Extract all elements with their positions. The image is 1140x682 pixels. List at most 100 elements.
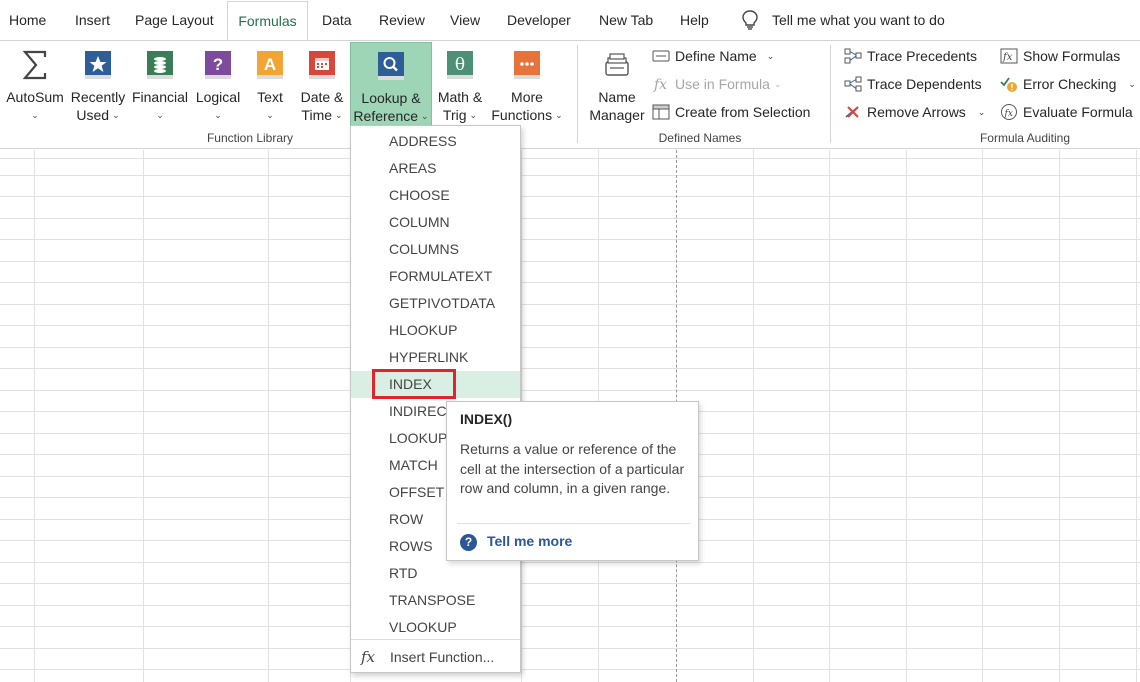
column-line [268, 150, 269, 682]
define-name-label: Define Name [675, 48, 757, 64]
tab-formulas[interactable]: Formulas [227, 1, 308, 41]
menu-item-address[interactable]: ADDRESS [351, 128, 520, 155]
error-checking-icon [1000, 75, 1018, 93]
tab-developer[interactable]: Developer [507, 0, 571, 40]
tab-insert[interactable]: Insert [75, 0, 110, 40]
svg-text:?: ? [213, 55, 223, 74]
math-trig-button[interactable]: θ Math & Trig ⌄ [433, 42, 487, 128]
menu-item-formulatext[interactable]: FORMULATEXT [351, 263, 520, 290]
insert-function-label: Insert Function... [390, 649, 495, 665]
text-label: Text [257, 89, 283, 105]
define-name-button[interactable]: Define Name ⌄ [652, 44, 774, 68]
use-in-formula-label: Use in Formula [675, 76, 770, 92]
trace-precedents-label: Trace Precedents [867, 48, 977, 64]
column-line [906, 150, 907, 682]
trace-precedents-icon [844, 47, 862, 65]
text-book-icon: A [254, 49, 286, 81]
svg-text:fx: fx [1004, 109, 1013, 119]
lookup-reference-label-2: Reference [353, 108, 419, 124]
group-divider [577, 45, 578, 143]
star-book-icon [82, 49, 114, 81]
lookup-book-icon [375, 50, 407, 82]
menu-item-vlookup[interactable]: VLOOKUP [351, 614, 520, 641]
menu-item-areas[interactable]: AREAS [351, 155, 520, 182]
row-line [0, 239, 1140, 240]
remove-arrows-label: Remove Arrows [867, 104, 966, 120]
tab-help[interactable]: Help [680, 0, 709, 40]
column-line [829, 150, 830, 682]
name-manager-label-1: Name [598, 89, 636, 105]
insert-function-item[interactable]: fx Insert Function... [351, 643, 520, 671]
tell-me-more-link[interactable]: Tell me more [487, 533, 572, 549]
lightbulb-icon[interactable] [740, 9, 760, 31]
theta-book-icon: θ [444, 49, 476, 81]
trace-dependents-icon [844, 75, 862, 93]
name-manager-button[interactable]: Name Manager [586, 42, 648, 128]
menu-item-columns[interactable]: COLUMNS [351, 236, 520, 263]
error-checking-button[interactable]: Error Checking ⌄ [1000, 72, 1136, 96]
trace-dependents-button[interactable]: Trace Dependents [844, 72, 982, 96]
recently-used-label-1: Recently [70, 89, 126, 105]
function-tooltip: INDEX() Returns a value or reference of … [446, 401, 699, 561]
tell-me-search[interactable]: Tell me what you want to do [772, 0, 945, 40]
group-divider [830, 45, 831, 143]
more-functions-label-1: More [511, 89, 543, 105]
tab-review[interactable]: Review [379, 0, 425, 40]
tab-home[interactable]: Home [9, 0, 46, 40]
row-line [0, 368, 1140, 369]
help-icon[interactable]: ? [460, 534, 477, 551]
use-in-formula-button[interactable]: fx Use in Formula ⌄ [652, 72, 781, 96]
menu-item-hyperlink[interactable]: HYPERLINK [351, 344, 520, 371]
row-line [0, 175, 1140, 176]
recently-used-button[interactable]: Recently Used ⌄ [69, 42, 127, 128]
row-line [0, 648, 1140, 649]
trace-dependents-label: Trace Dependents [867, 76, 982, 92]
remove-arrows-button[interactable]: Remove Arrows ⌄ [844, 100, 985, 124]
date-time-button[interactable]: Date & Time ⌄ [295, 42, 349, 128]
tab-new-tab[interactable]: New Tab [599, 0, 653, 40]
menu-item-choose[interactable]: CHOOSE [351, 182, 520, 209]
fx-icon: fx [652, 75, 670, 93]
menu-item-column[interactable]: COLUMN [351, 209, 520, 236]
menu-item-getpivotdata[interactable]: GETPIVOTDATA [351, 290, 520, 317]
function-library-group-label: Function Library [206, 131, 294, 145]
autosum-button[interactable]: AutoSum ⌄ [4, 42, 66, 128]
show-formulas-label: Show Formulas [1023, 48, 1121, 64]
financial-button[interactable]: Financial ⌄ [130, 42, 190, 128]
date-time-label-2: Time [301, 107, 333, 123]
row-line [0, 583, 1140, 584]
svg-text:A: A [264, 55, 276, 74]
defined-names-group-label: Defined Names [658, 131, 742, 145]
column-line [1059, 150, 1060, 682]
tooltip-description: Returns a value or reference of the cell… [460, 441, 685, 496]
tab-page-layout[interactable]: Page Layout [135, 0, 214, 40]
tab-view[interactable]: View [450, 0, 480, 40]
text-button[interactable]: A Text ⌄ [248, 42, 292, 128]
evaluate-formula-label: Evaluate Formula [1023, 104, 1133, 120]
svg-text:θ: θ [455, 55, 465, 75]
logical-button[interactable]: ? Logical ⌄ [192, 42, 244, 128]
lookup-reference-button[interactable]: Lookup & Reference ⌄ [350, 42, 432, 128]
trace-precedents-button[interactable]: Trace Precedents [844, 44, 977, 68]
row-line [0, 261, 1140, 262]
formulas-ribbon: AutoSum ⌄ Recently Used ⌄ Financial ⌄ ? Logi… [0, 40, 1140, 149]
financial-label: Financial [131, 89, 189, 105]
autosum-label: AutoSum [6, 89, 64, 105]
date-time-label-1: Date & [300, 89, 344, 105]
formula-auditing-group-label: Formula Auditing [979, 131, 1071, 145]
create-from-selection-button[interactable]: Create from Selection [652, 100, 810, 124]
row-line [0, 196, 1140, 197]
error-checking-label: Error Checking [1023, 76, 1117, 92]
tab-data[interactable]: Data [322, 0, 352, 40]
show-formulas-button[interactable]: fx Show Formulas [1000, 44, 1120, 68]
menu-item-transpose[interactable]: TRANSPOSE [351, 587, 520, 614]
menu-item-rtd[interactable]: RTD [351, 560, 520, 587]
evaluate-formula-button[interactable]: fx Evaluate Formula [1000, 100, 1133, 124]
menu-item-hlookup[interactable]: HLOOKUP [351, 317, 520, 344]
define-name-icon [652, 47, 670, 65]
create-from-selection-label: Create from Selection [675, 104, 811, 120]
more-functions-button[interactable]: More Functions ⌄ [489, 42, 565, 128]
calendar-book-icon [306, 49, 338, 81]
row-line [0, 304, 1140, 305]
sigma-icon [19, 49, 51, 81]
